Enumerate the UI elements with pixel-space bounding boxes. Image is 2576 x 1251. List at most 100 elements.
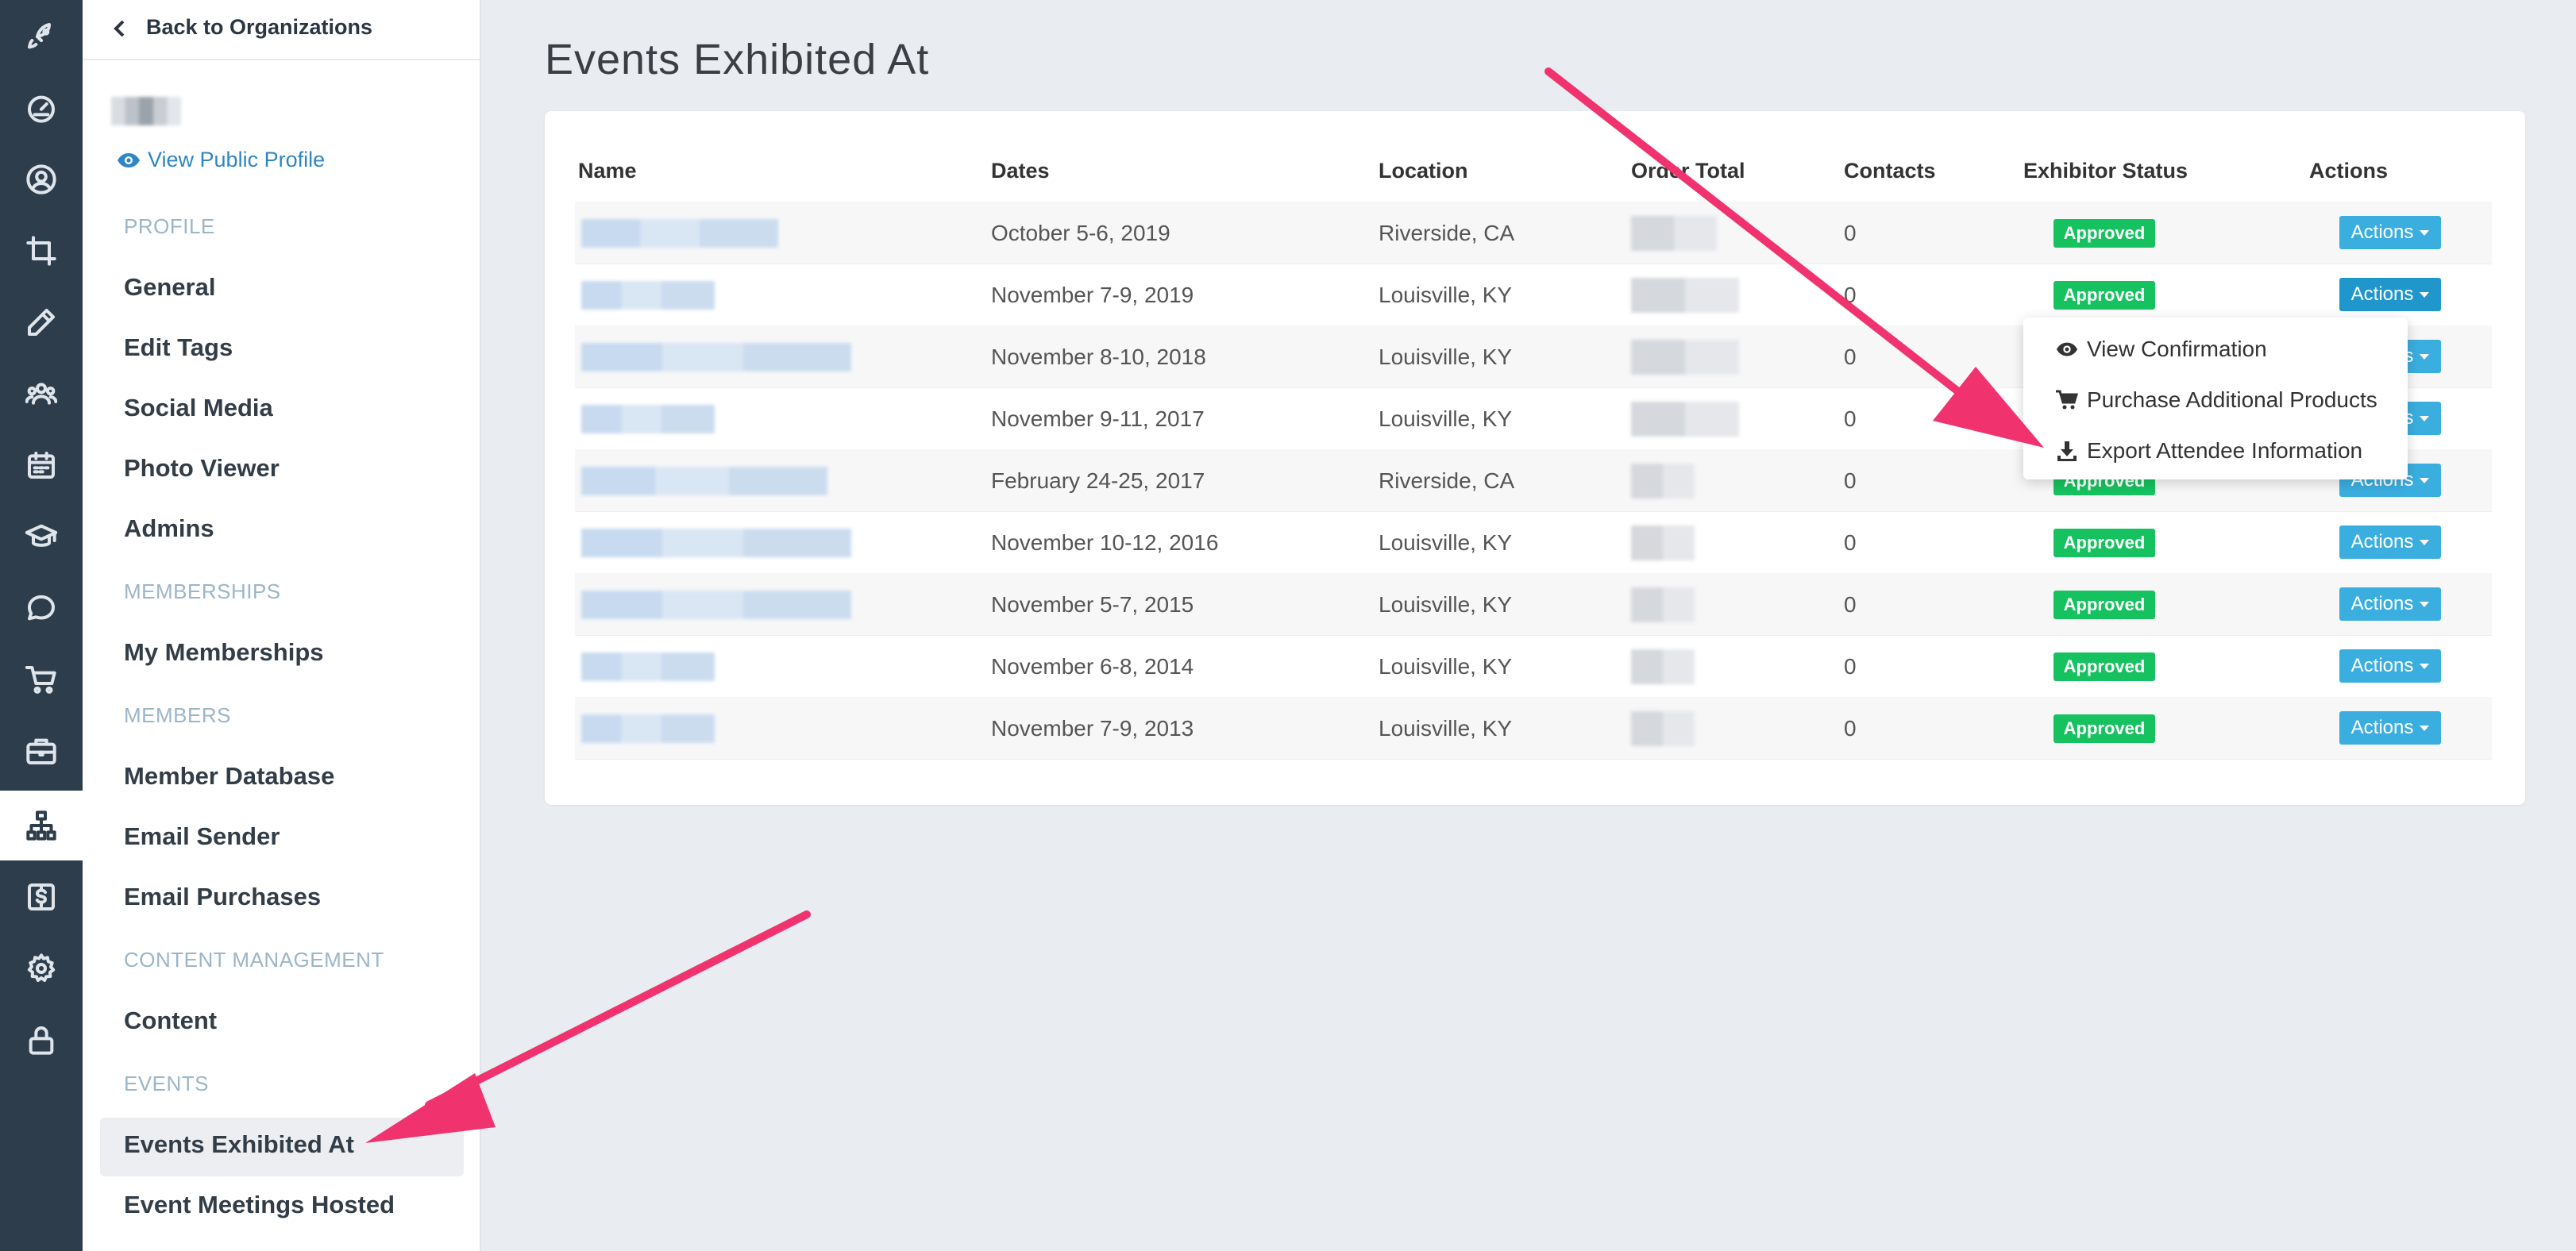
back-to-organizations-link[interactable]: Back to Organizations xyxy=(111,10,372,44)
section-heading-memberships: MEMBERSHIPS xyxy=(124,579,281,603)
actions-dropdown-menu: View Confirmation Purchase Additional Pr… xyxy=(2023,318,2408,479)
cell-dates: February 24-25, 2017 xyxy=(991,468,1205,493)
status-badge: Approved xyxy=(2053,219,2155,248)
view-public-profile-link[interactable]: View Public Profile xyxy=(116,148,325,172)
column-header-exhibitor-status[interactable]: Exhibitor Status xyxy=(2023,159,2188,183)
cell-contacts: 0 xyxy=(1844,654,1857,679)
sidebar-item-events-exhibited-at[interactable]: Events Exhibited At xyxy=(124,1130,354,1159)
cell-contacts: 0 xyxy=(1844,468,1857,493)
cell-order-total xyxy=(1631,216,1717,251)
cell-dates: November 7-9, 2013 xyxy=(991,716,1194,741)
sidebar-item-member-database[interactable]: Member Database xyxy=(124,762,334,791)
graduation-icon[interactable] xyxy=(0,502,83,572)
cell-location: Louisville, KY xyxy=(1379,716,1513,741)
sidebar-item-admins[interactable]: Admins xyxy=(124,514,214,543)
sidebar: Back to Organizations View Public Profil… xyxy=(83,0,481,1251)
sidebar-item-photo-viewer[interactable]: Photo Viewer xyxy=(124,454,280,483)
user-icon[interactable] xyxy=(0,144,83,214)
column-header-contacts[interactable]: Contacts xyxy=(1844,159,1936,183)
event-name-link[interactable] xyxy=(581,714,715,743)
back-label: Back to Organizations xyxy=(146,14,373,39)
crop-icon[interactable] xyxy=(0,216,83,286)
menu-item-label: Export Attendee Information xyxy=(2087,438,2363,463)
event-name-link[interactable] xyxy=(581,591,851,619)
cell-order-total xyxy=(1631,525,1695,560)
dashboard-icon[interactable] xyxy=(0,73,83,143)
table-row: November 7-9, 2013 Louisville, KY 0 Approve… xyxy=(575,697,2492,760)
cell-order-total xyxy=(1631,464,1695,498)
cell-contacts: 0 xyxy=(1844,221,1857,245)
sidebar-item-email-purchases[interactable]: Email Purchases xyxy=(124,883,321,911)
cart-icon xyxy=(2056,390,2079,410)
event-name-link[interactable] xyxy=(581,467,827,495)
event-name-link[interactable] xyxy=(581,219,778,248)
actions-button[interactable]: Actions xyxy=(2339,711,2441,745)
caret-down-icon xyxy=(2420,601,2430,607)
caret-down-icon xyxy=(2420,725,2430,731)
column-header-order-total[interactable]: Order Total xyxy=(1631,159,1745,183)
cell-location: Louisville, KY xyxy=(1379,530,1513,555)
cell-contacts: 0 xyxy=(1844,283,1857,307)
lock-icon[interactable] xyxy=(0,1005,83,1075)
event-name-link[interactable] xyxy=(581,529,851,557)
cell-contacts: 0 xyxy=(1844,406,1857,431)
menu-item-label: View Confirmation xyxy=(2087,337,2267,361)
event-name-link[interactable] xyxy=(581,343,851,371)
cell-location: Louisville, KY xyxy=(1379,654,1513,679)
event-name-link[interactable] xyxy=(581,652,715,681)
cell-location: Riverside, CA xyxy=(1379,468,1515,493)
section-heading-members: MEMBERS xyxy=(124,703,231,727)
actions-button[interactable]: Actions xyxy=(2339,587,2441,621)
cell-dates: November 6-8, 2014 xyxy=(991,654,1194,679)
table-row: November 10-12, 2016 Louisville, KY 0 Appro… xyxy=(575,511,2492,574)
sidebar-item-general[interactable]: General xyxy=(124,273,215,302)
cell-order-total xyxy=(1631,278,1739,313)
actions-button[interactable]: Actions xyxy=(2339,525,2441,559)
status-badge: Approved xyxy=(2053,529,2155,557)
actions-button-label: Actions xyxy=(2350,531,2414,552)
actions-button[interactable]: Actions xyxy=(2339,278,2441,311)
cell-dates: November 10-12, 2016 xyxy=(991,530,1219,555)
caret-down-icon xyxy=(2420,663,2430,669)
column-header-dates[interactable]: Dates xyxy=(991,159,1050,183)
column-header-location[interactable]: Location xyxy=(1379,159,1468,183)
status-badge: Approved xyxy=(2053,714,2155,743)
briefcase-icon[interactable] xyxy=(0,716,83,786)
rocket-icon[interactable] xyxy=(0,2,83,71)
sidebar-item-my-memberships[interactable]: My Memberships xyxy=(124,638,324,667)
sidebar-item-social-media[interactable]: Social Media xyxy=(124,394,273,422)
cart-icon[interactable] xyxy=(0,645,83,714)
actions-button[interactable]: Actions xyxy=(2339,216,2441,249)
actions-button[interactable]: Actions xyxy=(2339,649,2441,683)
org-chart-icon[interactable] xyxy=(0,791,83,860)
cell-dates: November 9-11, 2017 xyxy=(991,406,1205,431)
cell-contacts: 0 xyxy=(1844,345,1857,369)
dollar-icon[interactable] xyxy=(0,862,83,932)
sidebar-item-content[interactable]: Content xyxy=(124,1007,217,1035)
menu-item-label: Purchase Additional Products xyxy=(2087,387,2377,412)
caret-down-icon xyxy=(2420,353,2430,360)
chevron-left-icon xyxy=(111,18,129,37)
menu-item-view-confirmation[interactable]: View Confirmation xyxy=(2055,330,2267,368)
sidebar-item-email-sender[interactable]: Email Sender xyxy=(124,822,280,851)
actions-button-label: Actions xyxy=(2350,655,2414,676)
chat-icon[interactable] xyxy=(0,573,83,643)
pencil-icon[interactable] xyxy=(0,287,83,357)
gear-icon[interactable] xyxy=(0,933,83,1003)
calendar-icon[interactable] xyxy=(0,430,83,500)
menu-item-export-attendee-information[interactable]: Export Attendee Information xyxy=(2055,432,2362,470)
sidebar-item-event-meetings-hosted[interactable]: Event Meetings Hosted xyxy=(124,1191,395,1219)
event-name-link[interactable] xyxy=(581,405,715,433)
users-icon[interactable] xyxy=(0,359,83,429)
column-header-name[interactable]: Name xyxy=(578,159,637,183)
table-row: November 5-7, 2015 Louisville, KY 0 Approve… xyxy=(575,573,2492,636)
cell-dates: November 7-9, 2019 xyxy=(991,283,1194,307)
menu-item-purchase-additional-products[interactable]: Purchase Additional Products xyxy=(2055,381,2377,419)
cell-location: Louisville, KY xyxy=(1379,283,1513,307)
table-header: Name Dates Location Order Total Contacts… xyxy=(575,151,2492,204)
sidebar-item-edit-tags[interactable]: Edit Tags xyxy=(124,333,233,362)
column-header-actions: Actions xyxy=(2309,159,2389,183)
section-heading-profile: PROFILE xyxy=(124,214,215,238)
event-name-link[interactable] xyxy=(581,281,715,310)
actions-button-label: Actions xyxy=(2350,221,2414,243)
